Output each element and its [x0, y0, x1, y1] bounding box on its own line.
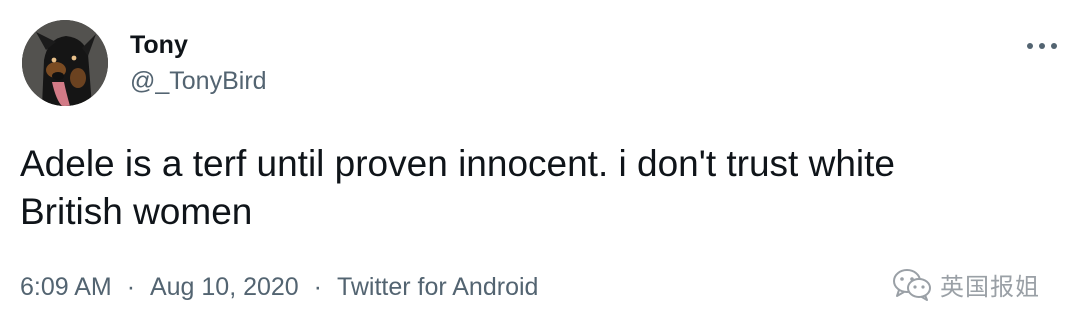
tweet-meta: 6:09 AM · Aug 10, 2020 · Twitter for And… — [20, 272, 538, 302]
watermark: 英国报姐 — [892, 262, 1040, 306]
more-horizontal-icon — [1027, 43, 1057, 49]
tweet-text: Adele is a terf until proven innocent. i… — [20, 140, 1060, 236]
tweet-source[interactable]: Twitter for Android — [337, 272, 538, 302]
tweet-text-line-2: British women — [20, 191, 253, 232]
author-name[interactable]: Tony — [130, 30, 188, 60]
avatar[interactable] — [22, 20, 108, 106]
more-options-button[interactable] — [1024, 34, 1060, 58]
tweet-time[interactable]: 6:09 AM — [20, 272, 112, 302]
avatar-image — [22, 20, 108, 106]
meta-separator: · — [126, 273, 136, 301]
tweet-date[interactable]: Aug 10, 2020 — [150, 272, 299, 302]
tweet-card: Tony @_TonyBird Adele is a terf until pr… — [0, 0, 1080, 332]
tweet-text-line-1: Adele is a terf until proven innocent. i… — [20, 143, 895, 184]
author-handle[interactable]: @_TonyBird — [130, 66, 267, 96]
meta-separator: · — [313, 273, 322, 301]
wechat-icon — [893, 269, 931, 301]
watermark-text: 英国报姐 — [940, 272, 1040, 301]
